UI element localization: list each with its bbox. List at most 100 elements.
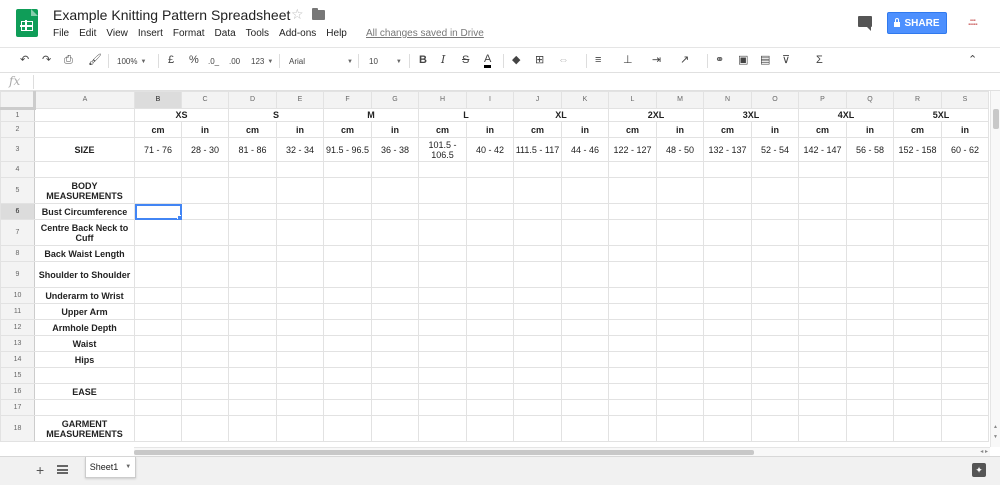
row-label-cell[interactable]: Hips — [34, 351, 135, 368]
data-cell[interactable] — [181, 177, 229, 204]
align-vertical-icon[interactable]: ⊥ — [623, 53, 633, 67]
data-cell[interactable] — [418, 415, 467, 442]
data-cell[interactable] — [561, 245, 609, 262]
row-header[interactable]: 8 — [0, 245, 35, 262]
data-cell[interactable] — [893, 261, 942, 288]
data-cell[interactable] — [941, 319, 989, 336]
column-header[interactable]: M — [656, 91, 704, 109]
size-range-cell[interactable]: 71 - 76 — [134, 137, 182, 162]
redo-icon[interactable]: ↷ — [42, 53, 51, 67]
column-header[interactable]: E — [276, 91, 324, 109]
data-cell[interactable] — [893, 335, 942, 352]
data-cell[interactable] — [228, 351, 277, 368]
size-range-cell[interactable]: 52 - 54 — [751, 137, 799, 162]
data-cell[interactable] — [941, 203, 989, 220]
data-cell[interactable] — [371, 161, 419, 178]
data-cell[interactable] — [371, 335, 419, 352]
print-icon[interactable]: ⎙ — [64, 53, 73, 67]
data-cell[interactable] — [323, 261, 372, 288]
data-cell[interactable] — [134, 303, 182, 320]
data-cell[interactable] — [276, 261, 324, 288]
data-cell[interactable] — [323, 303, 372, 320]
formula-input[interactable] — [40, 75, 980, 89]
data-cell[interactable] — [323, 367, 372, 384]
column-header[interactable]: I — [466, 91, 514, 109]
data-cell[interactable] — [608, 161, 657, 178]
data-cell[interactable] — [751, 383, 799, 400]
size-range-cell[interactable]: 91.5 - 96.5 — [323, 137, 372, 162]
data-cell[interactable] — [228, 177, 277, 204]
data-cell[interactable] — [466, 177, 514, 204]
row-label-cell[interactable] — [34, 108, 135, 122]
data-cell[interactable] — [703, 177, 752, 204]
data-cell[interactable] — [561, 367, 609, 384]
data-cell[interactable] — [276, 367, 324, 384]
row-label-cell[interactable]: Shoulder to Shoulder — [34, 261, 135, 288]
data-cell[interactable] — [323, 399, 372, 416]
data-cell[interactable] — [656, 335, 704, 352]
size-header-cell[interactable]: M — [323, 108, 419, 122]
column-header[interactable]: D — [228, 91, 277, 109]
data-cell[interactable] — [798, 367, 847, 384]
data-cell[interactable] — [134, 245, 182, 262]
data-cell[interactable] — [846, 335, 894, 352]
data-cell[interactable] — [703, 367, 752, 384]
data-cell[interactable] — [371, 203, 419, 220]
data-cell[interactable] — [703, 303, 752, 320]
data-cell[interactable] — [941, 351, 989, 368]
size-header-cell[interactable]: 4XL — [798, 108, 894, 122]
data-cell[interactable] — [181, 415, 229, 442]
menu-view[interactable]: View — [106, 28, 128, 39]
data-cell[interactable] — [276, 335, 324, 352]
size-header-cell[interactable]: L — [418, 108, 514, 122]
unit-cell[interactable]: in — [371, 121, 419, 138]
data-cell[interactable] — [608, 287, 657, 304]
collapse-menus-icon[interactable]: ⌃ — [968, 53, 977, 67]
row-header[interactable]: 3 — [0, 137, 35, 162]
menu-format[interactable]: Format — [173, 28, 205, 39]
data-cell[interactable] — [561, 383, 609, 400]
data-cell[interactable] — [228, 261, 277, 288]
data-cell[interactable] — [276, 245, 324, 262]
data-cell[interactable] — [893, 245, 942, 262]
data-cell[interactable] — [608, 219, 657, 246]
data-cell[interactable] — [323, 351, 372, 368]
data-cell[interactable] — [323, 335, 372, 352]
data-cell[interactable] — [276, 415, 324, 442]
account-avatar[interactable]: ■■■ ■■■■■ — [962, 18, 984, 28]
unit-cell[interactable]: in — [561, 121, 609, 138]
unit-cell[interactable]: in — [751, 121, 799, 138]
data-cell[interactable] — [513, 319, 562, 336]
data-cell[interactable] — [418, 161, 467, 178]
unit-cell[interactable]: in — [181, 121, 229, 138]
data-cell[interactable] — [798, 383, 847, 400]
data-cell[interactable] — [466, 399, 514, 416]
row-header[interactable]: 1 — [0, 108, 35, 122]
row-header[interactable]: 9 — [0, 261, 35, 288]
data-cell[interactable] — [941, 161, 989, 178]
data-cell[interactable] — [418, 335, 467, 352]
data-cell[interactable] — [276, 203, 324, 220]
data-cell[interactable] — [323, 245, 372, 262]
data-cell[interactable] — [798, 261, 847, 288]
data-cell[interactable] — [608, 203, 657, 220]
row-label-cell[interactable]: Centre Back Neck to Cuff — [34, 219, 135, 246]
data-cell[interactable] — [228, 367, 277, 384]
row-label-cell[interactable]: Armhole Depth — [34, 319, 135, 336]
data-cell[interactable] — [561, 399, 609, 416]
data-cell[interactable] — [418, 245, 467, 262]
size-range-cell[interactable]: 152 - 158 — [893, 137, 942, 162]
data-cell[interactable] — [703, 319, 752, 336]
data-cell[interactable] — [418, 219, 467, 246]
data-cell[interactable] — [371, 399, 419, 416]
align-horizontal-icon[interactable]: ≡ — [595, 53, 601, 67]
unit-cell[interactable]: cm — [703, 121, 752, 138]
data-cell[interactable] — [181, 203, 229, 220]
size-header-cell[interactable]: 3XL — [703, 108, 799, 122]
data-cell[interactable] — [703, 219, 752, 246]
data-cell[interactable] — [513, 383, 562, 400]
data-cell[interactable] — [466, 303, 514, 320]
data-cell[interactable] — [941, 177, 989, 204]
share-button[interactable]: SHARE — [887, 12, 947, 34]
data-cell[interactable] — [276, 399, 324, 416]
